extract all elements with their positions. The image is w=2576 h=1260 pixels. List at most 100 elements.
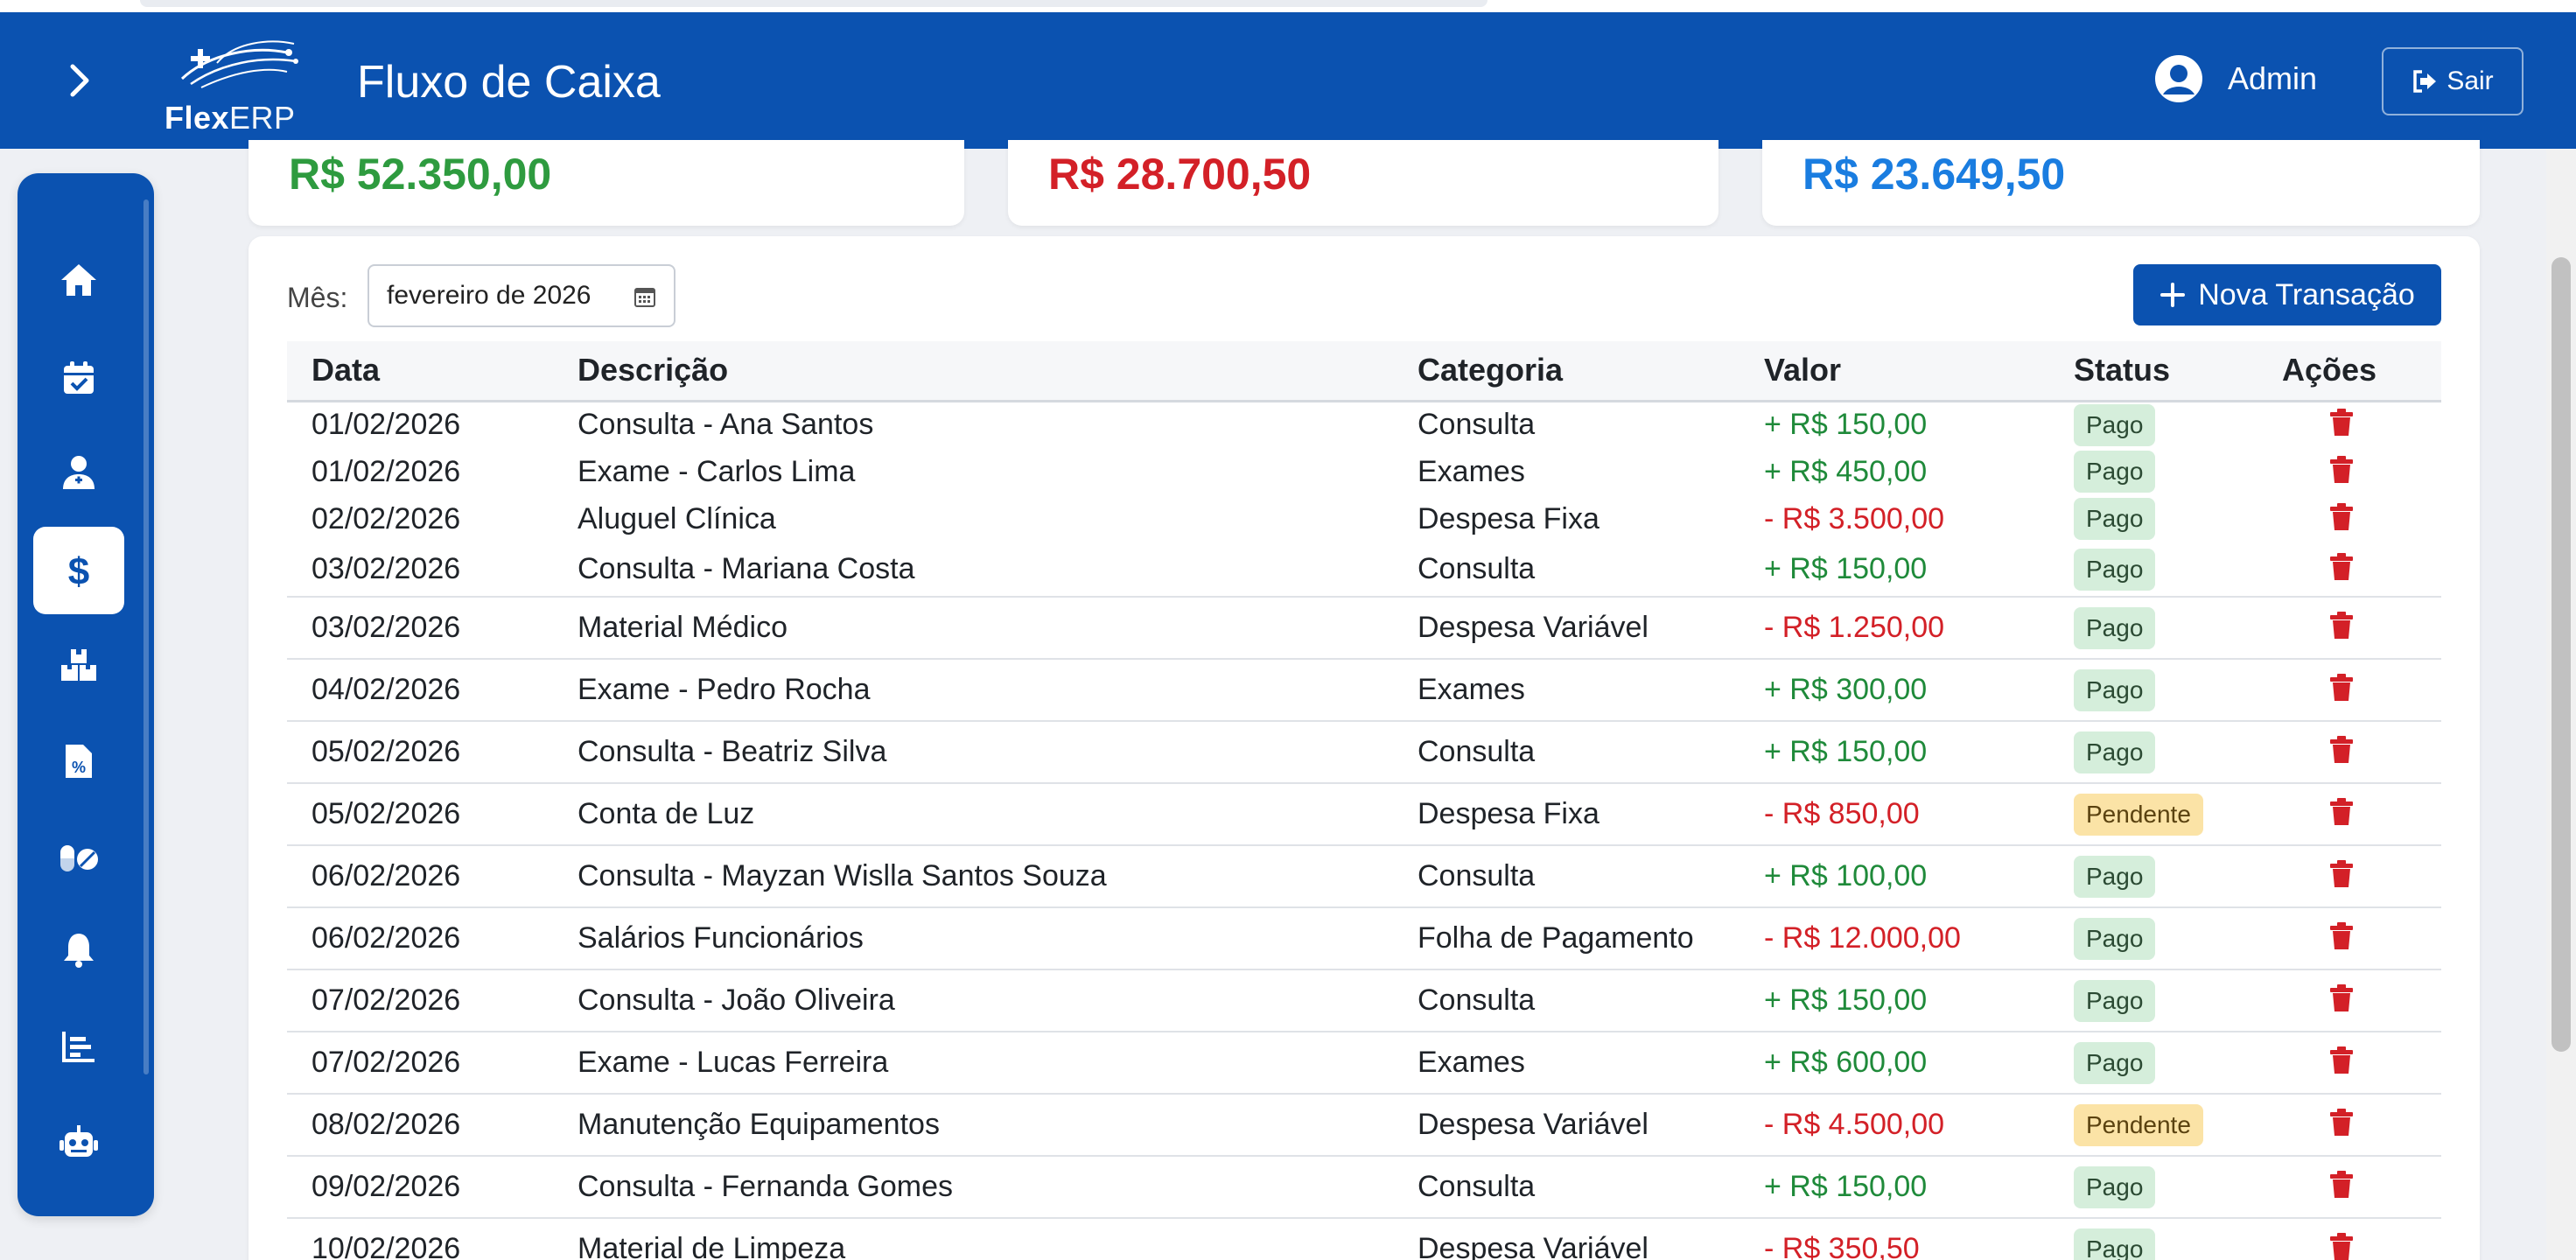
new-transaction-button[interactable]: Nova Transação (2133, 264, 2441, 326)
status-badge: Pago (2074, 668, 2156, 711)
cell-value: - R$ 12.000,00 (1764, 907, 2074, 970)
sidebar-item-pharmacy[interactable] (33, 814, 124, 901)
sidebar-item-reports[interactable] (33, 1003, 124, 1090)
col-header-description[interactable]: Descrição (578, 341, 1418, 402)
table-row: 10/02/2026 Material de Limpeza Despesa Var… (287, 1218, 2441, 1260)
cell-actions (2282, 907, 2441, 970)
delete-button[interactable] (2324, 608, 2359, 643)
cell-description: Consulta - João Oliveira (578, 970, 1418, 1032)
sidebar-toggle-button[interactable] (54, 56, 103, 105)
cell-date: 05/02/2026 (287, 783, 578, 846)
col-header-actions: Ações (2282, 341, 2441, 402)
cell-category: Consulta (1418, 408, 1536, 442)
status-badge: Pago (2074, 979, 2156, 1022)
cell-value: + R$ 150,00 (1764, 721, 2074, 784)
cell-date: 07/02/2026 (287, 970, 578, 1032)
trash-icon (2330, 1046, 2353, 1074)
bell-icon (64, 934, 94, 968)
logo-text-light: ERP (229, 100, 296, 136)
delete-button[interactable] (2324, 550, 2359, 584)
sidebar-item-inventory[interactable] (33, 621, 124, 709)
col-header-value[interactable]: Valor (1764, 341, 2074, 402)
user-menu[interactable]: Admin (2154, 54, 2317, 103)
expense-amount: R$ 28.700,50 (1048, 150, 1312, 199)
table-row: 01/02/2026 Consulta - Ana Santos Consulta +… (287, 401, 2441, 448)
table-row: 05/02/2026 Consulta - Beatriz Silva Consul… (287, 721, 2441, 784)
table-row: 03/02/2026 Material Médico Despesa Variáve… (287, 597, 2441, 660)
cell-actions (2282, 1094, 2441, 1157)
sidebar-item-appointments[interactable] (33, 334, 124, 422)
cell-status: Pago (2074, 1218, 2282, 1260)
cell-category: Despesa Variável (1418, 1218, 1764, 1260)
cell-value: + R$ 150,00 (1764, 408, 1928, 442)
cell-category: Despesa Variável (1418, 597, 1764, 660)
delete-button[interactable] (2324, 857, 2359, 892)
dollar-icon: $ (68, 550, 89, 592)
cell-category: Consulta (1418, 721, 1764, 784)
delete-button[interactable] (2324, 1105, 2359, 1140)
month-label: Mês: (287, 282, 348, 313)
browser-top-strip (0, 0, 2576, 12)
col-header-category[interactable]: Categoria (1418, 341, 1764, 402)
table-row: 06/02/2026 Consulta - Mayzan Wislla Santo… (287, 845, 2441, 908)
trash-icon (2330, 409, 2353, 437)
transactions-panel: Mês: fevereiro de 2026 Nova Transação Da… (248, 236, 2480, 1260)
month-value: fevereiro de 2026 (387, 281, 592, 310)
cell-status: Pago (2074, 845, 2282, 908)
cell-status: Pendente (2074, 1094, 2282, 1157)
cell-value: + R$ 150,00 (1764, 1156, 2074, 1219)
sidebar-item-billing[interactable]: % (33, 718, 124, 805)
sidebar-item-home[interactable] (33, 236, 124, 324)
plus-icon (2160, 283, 2186, 307)
cell-value: - R$ 350,50 (1764, 1218, 2074, 1260)
delete-button[interactable] (2324, 670, 2359, 705)
delete-button[interactable] (2324, 981, 2359, 1016)
cell-date: 08/02/2026 (287, 1094, 578, 1157)
trash-icon (2330, 798, 2353, 825)
logo-text-bold: Flex (164, 100, 230, 136)
status-badge: Pago (2074, 451, 2156, 493)
sidebar-item-cashflow[interactable]: $ (33, 527, 124, 614)
status-badge: Pago (2074, 403, 2156, 446)
cell-actions (2282, 721, 2441, 784)
status-badge: Pago (2074, 498, 2156, 540)
cell-actions (2282, 1156, 2441, 1219)
month-picker[interactable]: fevereiro de 2026 (368, 264, 676, 327)
delete-button[interactable] (2324, 1043, 2359, 1078)
boxes-icon (61, 649, 96, 681)
delete-button[interactable] (2324, 794, 2359, 830)
delete-button[interactable] (2324, 452, 2359, 487)
page-scrollbar[interactable] (2546, 149, 2576, 1260)
cell-date: 04/02/2026 (287, 659, 578, 722)
delete-button[interactable] (2324, 405, 2359, 440)
page-scrollbar-thumb[interactable] (2552, 257, 2571, 1052)
cell-description: Aluguel Clínica (578, 501, 776, 536)
sidebar-item-assistant[interactable] (33, 1099, 124, 1186)
col-header-date[interactable]: Data (287, 341, 578, 402)
trash-icon (2330, 1109, 2353, 1136)
cell-value: + R$ 150,00 (1764, 542, 2074, 598)
delete-button[interactable] (2324, 1167, 2359, 1202)
trash-icon (2330, 1233, 2353, 1260)
cell-category: Consulta (1418, 1156, 1764, 1219)
col-header-status[interactable]: Status (2074, 341, 2282, 402)
cell-value: - R$ 1.250,00 (1764, 597, 2074, 660)
delete-button[interactable] (2324, 732, 2359, 767)
cell-status: Pago (2074, 448, 2282, 495)
status-badge: Pago (2074, 917, 2156, 960)
sidebar-scrollbar[interactable] (144, 200, 149, 1074)
trash-icon (2330, 553, 2353, 580)
calendar-icon[interactable] (634, 285, 656, 308)
sidebar-item-doctors[interactable] (33, 429, 124, 516)
sidebar-item-notifications[interactable] (33, 906, 124, 994)
delete-button[interactable] (2324, 500, 2359, 535)
logo-wordmark: FlexERP (164, 100, 296, 136)
delete-button[interactable] (2324, 919, 2359, 954)
cell-actions (2282, 401, 2441, 448)
new-transaction-label: Nova Transação (2198, 277, 2415, 312)
logout-button[interactable]: Sair (2382, 47, 2524, 116)
sidebar: $ % (18, 173, 154, 1216)
delete-button[interactable] (2324, 1229, 2359, 1260)
cell-description: Consulta - Beatriz Silva (578, 721, 1418, 784)
cell-date: 02/02/2026 (312, 501, 461, 536)
